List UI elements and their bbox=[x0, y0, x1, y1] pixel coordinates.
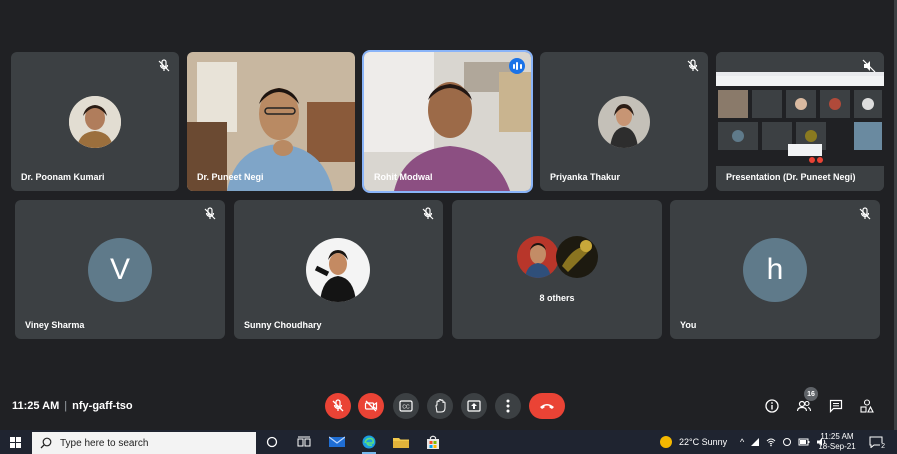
system-tray-icons: ^ bbox=[740, 430, 828, 454]
cortana-button[interactable] bbox=[262, 433, 282, 451]
mic-off-icon bbox=[422, 207, 434, 220]
sync-icon[interactable] bbox=[782, 437, 792, 447]
participant-tile-poonam[interactable]: Dr. Poonam Kumari bbox=[11, 52, 179, 191]
avatar bbox=[69, 96, 121, 148]
avatar bbox=[598, 96, 650, 148]
activities-button[interactable] bbox=[857, 396, 877, 416]
windows-logo-icon bbox=[9, 436, 21, 448]
mail-icon bbox=[329, 436, 345, 447]
participant-tile-puneet[interactable]: Dr. Puneet Negi bbox=[187, 52, 355, 191]
others-tile[interactable]: 8 others bbox=[452, 200, 662, 339]
chat-button[interactable] bbox=[826, 396, 846, 416]
start-button[interactable] bbox=[0, 430, 30, 454]
store-icon bbox=[427, 435, 439, 449]
participant-name: You bbox=[680, 320, 697, 330]
clock-time: 11:25 AM bbox=[820, 432, 854, 441]
avatar bbox=[306, 238, 370, 302]
participant-tile-sunny[interactable]: Sunny Choudhary bbox=[234, 200, 443, 339]
mic-off-icon bbox=[204, 207, 216, 220]
mic-off-icon bbox=[158, 59, 170, 72]
end-call-button[interactable] bbox=[529, 393, 565, 419]
edge-icon bbox=[362, 435, 376, 449]
raise-hand-icon bbox=[435, 399, 446, 413]
avatar: V bbox=[88, 238, 152, 302]
activities-icon bbox=[860, 399, 874, 413]
search-icon bbox=[40, 437, 52, 449]
mic-off-icon bbox=[859, 207, 871, 220]
file-explorer-button[interactable] bbox=[391, 433, 411, 451]
edge-browser-button[interactable] bbox=[359, 433, 379, 454]
show-hidden-icons-icon[interactable]: ^ bbox=[740, 437, 744, 447]
weather-sun-icon bbox=[660, 436, 672, 448]
participant-name: Sunny Choudhary bbox=[244, 320, 322, 330]
meeting-details-button[interactable] bbox=[762, 396, 782, 416]
weather-widget[interactable]: 22°C Sunny bbox=[660, 430, 727, 454]
cortana-icon bbox=[266, 436, 278, 448]
task-view-icon bbox=[297, 436, 311, 447]
avatar bbox=[517, 236, 559, 278]
task-view-button[interactable] bbox=[294, 433, 314, 451]
mic-toggle-button[interactable] bbox=[325, 393, 351, 419]
participant-tile-priyanka[interactable]: Priyanka Thakur bbox=[540, 52, 708, 191]
notifications-button[interactable]: 2 bbox=[866, 433, 886, 451]
meet-window: Dr. Poonam Kumari Dr. Puneet Negi Rohit … bbox=[0, 0, 897, 430]
participant-name: Presentation (Dr. Puneet Negi) bbox=[726, 172, 856, 182]
folder-icon bbox=[393, 438, 409, 448]
participant-name: Dr. Puneet Negi bbox=[197, 172, 264, 182]
search-placeholder: Type here to search bbox=[60, 437, 149, 449]
mic-off-icon bbox=[687, 59, 699, 72]
present-button[interactable] bbox=[461, 393, 487, 419]
volume-off-icon bbox=[862, 59, 876, 73]
svg-text:CC: CC bbox=[402, 405, 410, 411]
more-options-button[interactable] bbox=[495, 393, 521, 419]
taskbar-search-box[interactable]: Type here to search bbox=[32, 432, 256, 454]
notification-count: 2 bbox=[880, 443, 886, 450]
meeting-info: 11:25 AM | nfy-gaff-tso bbox=[12, 400, 133, 412]
meeting-toolbar: 11:25 AM | nfy-gaff-tso CC bbox=[0, 388, 894, 424]
store-app-button[interactable] bbox=[423, 433, 443, 451]
video-feed bbox=[364, 52, 531, 191]
taskbar-clock[interactable]: 11:25 AM 18-Sep-21 bbox=[816, 432, 858, 452]
people-icon bbox=[796, 400, 812, 412]
presentation-screen bbox=[716, 52, 884, 191]
presentation-tile[interactable]: Presentation (Dr. Puneet Negi) bbox=[716, 52, 884, 191]
info-icon bbox=[765, 399, 779, 413]
camera-off-icon bbox=[364, 400, 378, 412]
chat-icon bbox=[829, 399, 843, 413]
video-feed bbox=[187, 52, 355, 191]
more-options-icon bbox=[506, 399, 510, 413]
participant-tile-viney[interactable]: V Viney Sharma bbox=[15, 200, 225, 339]
network-icon[interactable] bbox=[750, 437, 760, 447]
people-count-badge: 16 bbox=[804, 387, 818, 401]
speaking-indicator-icon bbox=[509, 58, 525, 74]
wifi-icon[interactable] bbox=[766, 437, 776, 447]
avatar: h bbox=[743, 238, 807, 302]
participant-name: Priyanka Thakur bbox=[550, 172, 621, 182]
avatar bbox=[556, 236, 598, 278]
weather-text: 22°C Sunny bbox=[679, 437, 728, 447]
participant-name: Viney Sharma bbox=[25, 320, 85, 330]
meeting-code: nfy-gaff-tso bbox=[72, 400, 133, 412]
others-label: 8 others bbox=[539, 293, 575, 303]
meeting-time: 11:25 AM bbox=[12, 400, 60, 412]
windows-taskbar: Type here to search 22°C Sunny ^ 11:25 A… bbox=[0, 430, 897, 454]
mic-off-icon bbox=[332, 399, 344, 412]
captions-button[interactable]: CC bbox=[393, 393, 419, 419]
mail-app-button[interactable] bbox=[327, 433, 347, 451]
participant-tile-you[interactable]: h You bbox=[670, 200, 880, 339]
participant-name: Rohit Modwal bbox=[374, 172, 433, 182]
participant-name: Dr. Poonam Kumari bbox=[21, 172, 105, 182]
participant-tile-rohit[interactable]: Rohit Modwal bbox=[362, 50, 533, 193]
raise-hand-button[interactable] bbox=[427, 393, 453, 419]
camera-toggle-button[interactable] bbox=[358, 393, 384, 419]
end-call-icon bbox=[540, 404, 554, 409]
captions-icon: CC bbox=[399, 400, 413, 412]
clock-date: 18-Sep-21 bbox=[818, 442, 856, 451]
present-screen-icon bbox=[467, 400, 481, 412]
battery-icon[interactable] bbox=[798, 437, 810, 447]
